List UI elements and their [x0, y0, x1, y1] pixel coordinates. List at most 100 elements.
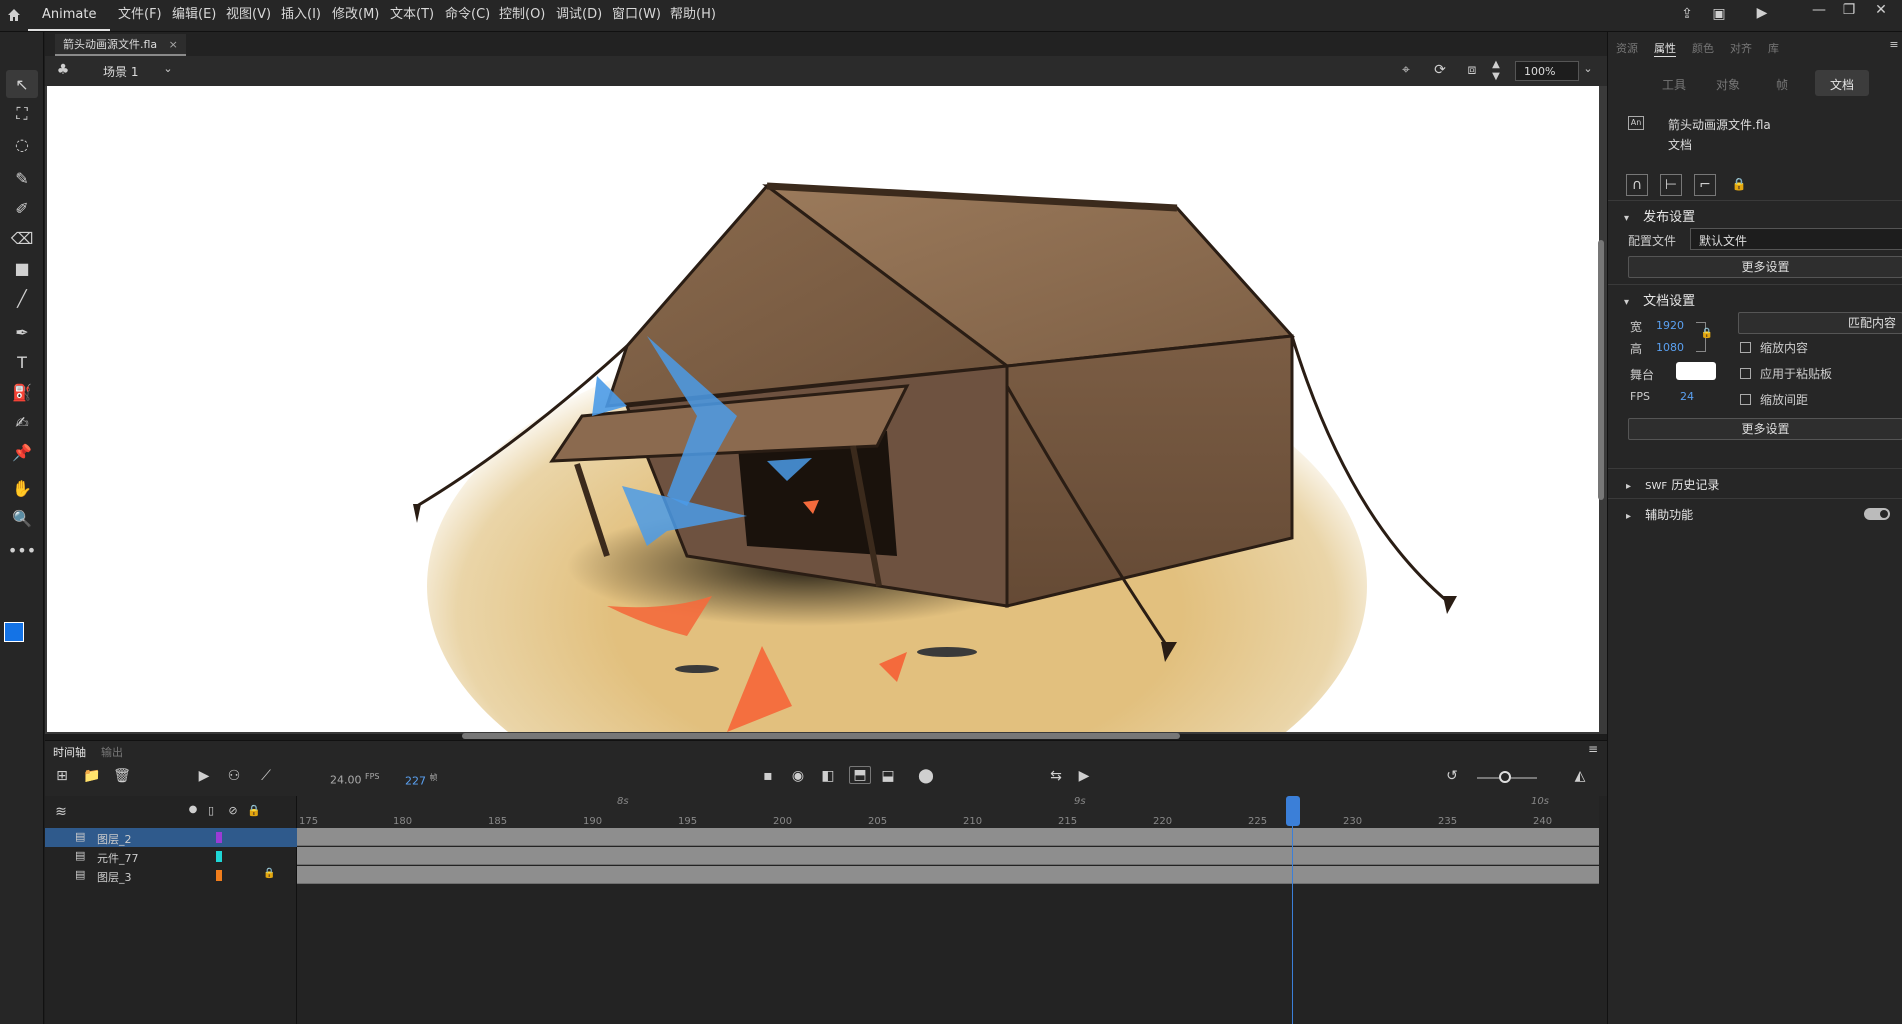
lock-guides-icon[interactable]: 🔒	[1728, 174, 1750, 196]
link-dimensions-icon[interactable]: 🔒	[1700, 328, 1714, 339]
home-icon[interactable]	[6, 7, 22, 23]
section-doc-settings[interactable]: ▾ 文档设置	[1624, 290, 1695, 309]
brush-tool-icon[interactable]: ✎	[6, 164, 38, 192]
section-swf-history[interactable]: ▸ SWF 历史记录	[1626, 476, 1719, 493]
close-icon[interactable]: ✕	[1870, 2, 1892, 18]
menu-debug[interactable]: 调试(D)	[556, 0, 602, 30]
scene-name[interactable]: 场景 1	[103, 63, 138, 80]
timeline-zoom-knob[interactable]	[1499, 771, 1511, 783]
tab-properties[interactable]: 属性	[1654, 40, 1676, 57]
height-value[interactable]: 1080	[1656, 341, 1684, 354]
rulers-icon[interactable]: ⌐	[1694, 174, 1716, 196]
lock-all-icon[interactable]: 🔒	[247, 804, 261, 817]
delete-layer-icon[interactable]: 🗑	[113, 768, 131, 784]
zoom-field[interactable]: 100%	[1515, 61, 1579, 81]
pin-icon[interactable]: 📌	[6, 438, 38, 466]
accessibility-toggle[interactable]	[1864, 508, 1890, 520]
paint-bucket-icon[interactable]: ⛽	[6, 378, 38, 406]
restore-icon[interactable]: ❐	[1838, 2, 1860, 18]
menu-text[interactable]: 文本(T)	[390, 0, 434, 30]
playhead[interactable]	[1286, 796, 1300, 826]
tab-align[interactable]: 对齐	[1730, 40, 1752, 56]
lasso-icon[interactable]: ◌	[6, 130, 38, 158]
layer-row[interactable]: ▤ 元件_77	[45, 847, 297, 866]
tab-assets[interactable]: 资源	[1616, 40, 1638, 56]
first-frame-icon[interactable]: ▪	[759, 768, 777, 784]
graph-icon[interactable]: ⟋	[257, 768, 275, 784]
tab-output[interactable]: 输出	[101, 744, 123, 760]
scale-spacing-checkbox[interactable]	[1740, 394, 1751, 405]
text-tool-icon[interactable]: T	[6, 348, 38, 376]
section-publish[interactable]: ▾ 发布设置	[1624, 206, 1695, 225]
subtab-tool[interactable]: 工具	[1662, 76, 1686, 93]
stage-color-swatch[interactable]	[1676, 362, 1716, 380]
rotate-stage-icon[interactable]: ⟳	[1431, 62, 1449, 78]
camera-icon[interactable]: ▶	[195, 768, 213, 784]
blank-keyframe-icon[interactable]: ◧	[819, 768, 837, 784]
subtab-document[interactable]: 文档	[1815, 70, 1869, 96]
selection-tool-icon[interactable]: ↖	[6, 70, 38, 98]
menu-commands[interactable]: 命令(C)	[445, 0, 490, 30]
tab-color[interactable]: 颜色	[1692, 40, 1714, 56]
fit-frames-icon[interactable]: ◭	[1571, 768, 1589, 784]
outline-all-icon[interactable]: ▯	[205, 804, 217, 817]
minimize-icon[interactable]: —	[1808, 2, 1830, 18]
stage-horizontal-scrollbar[interactable]	[462, 733, 1180, 739]
auto-keyframe-icon[interactable]: ⬒	[849, 766, 871, 784]
section-accessibility[interactable]: ▸ 辅助功能	[1626, 506, 1693, 523]
panel-menu-icon[interactable]: ≡	[1585, 742, 1601, 756]
guides-icon[interactable]: ⊢	[1660, 174, 1682, 196]
layer-row[interactable]: ▤ 图层_3 🔒	[45, 866, 297, 885]
subtab-frame[interactable]: 帧	[1776, 76, 1788, 93]
menu-help[interactable]: 帮助(H)	[670, 0, 716, 30]
match-contents-button[interactable]: 匹配内容	[1738, 312, 1902, 334]
panel-options-icon[interactable]: ≡	[1888, 38, 1900, 51]
tab-library[interactable]: 库	[1768, 40, 1779, 56]
test-movie-icon[interactable]: ▶	[1752, 5, 1772, 21]
close-tab-icon[interactable]: ×	[169, 38, 178, 51]
profile-select[interactable]: 默认文件	[1690, 228, 1902, 250]
frame-row[interactable]	[297, 828, 1599, 846]
hide-all-icon[interactable]: ⊘	[225, 804, 241, 817]
show-all-icon[interactable]: ●	[187, 804, 199, 815]
center-stage-icon[interactable]: ⌖	[1397, 62, 1415, 78]
free-transform-icon[interactable]: ⛶	[6, 100, 38, 128]
more-tools-icon[interactable]: •••	[6, 536, 38, 564]
zoom-stepper-icon[interactable]: ▲ ▼	[1489, 59, 1503, 83]
doc-more-settings-button[interactable]: 更多设置	[1628, 418, 1902, 440]
undo-icon[interactable]: ↺	[1443, 768, 1461, 784]
frame-row[interactable]	[297, 847, 1599, 865]
pen-tool-icon[interactable]: ✒	[6, 318, 38, 346]
rectangle-tool-icon[interactable]: ■	[6, 254, 38, 282]
layer-row[interactable]: ▤ 图层_2	[45, 828, 297, 847]
insert-tween-icon[interactable]: ⬓	[879, 768, 897, 784]
snap-icon[interactable]: ∩	[1626, 174, 1648, 196]
subtab-object[interactable]: 对象	[1716, 76, 1740, 93]
menu-window[interactable]: 窗口(W)	[612, 0, 661, 30]
menu-edit[interactable]: 编辑(E)	[172, 0, 216, 30]
frame-row[interactable]	[297, 866, 1599, 884]
scene-dropdown-icon[interactable]: ⌄	[161, 62, 175, 75]
onion-skin-icon[interactable]: ⬤	[915, 768, 937, 784]
keyframe-icon[interactable]: ◉	[789, 768, 807, 784]
loop-icon[interactable]: ⇆	[1045, 768, 1067, 784]
play-icon[interactable]: ▶	[1075, 768, 1093, 784]
menu-control[interactable]: 控制(O)	[499, 0, 545, 30]
share-icon[interactable]: ⇪	[1678, 6, 1696, 22]
layer-parenting-icon[interactable]: ⚇	[225, 768, 243, 784]
menu-modify[interactable]: 修改(M)	[332, 0, 379, 30]
workspace-icon[interactable]: ▣	[1710, 6, 1728, 22]
menu-file[interactable]: 文件(F)	[118, 0, 162, 30]
new-layer-icon[interactable]: ⊞	[53, 768, 71, 784]
fill-color-swatch[interactable]	[4, 622, 24, 642]
zoom-dropdown-icon[interactable]: ⌄	[1581, 62, 1595, 75]
publish-more-settings-button[interactable]: 更多设置	[1628, 256, 1902, 278]
apply-pasteboard-checkbox[interactable]	[1740, 368, 1751, 379]
line-tool-icon[interactable]: ╱	[6, 284, 38, 312]
eyedropper-icon[interactable]: ✍	[6, 408, 38, 436]
tab-timeline[interactable]: 时间轴	[53, 744, 86, 760]
menu-view[interactable]: 视图(V)	[226, 0, 271, 30]
edit-scene-icon[interactable]: ♣	[55, 62, 71, 78]
paint-brush-icon[interactable]: ✐	[6, 194, 38, 222]
stage[interactable]	[47, 86, 1599, 732]
